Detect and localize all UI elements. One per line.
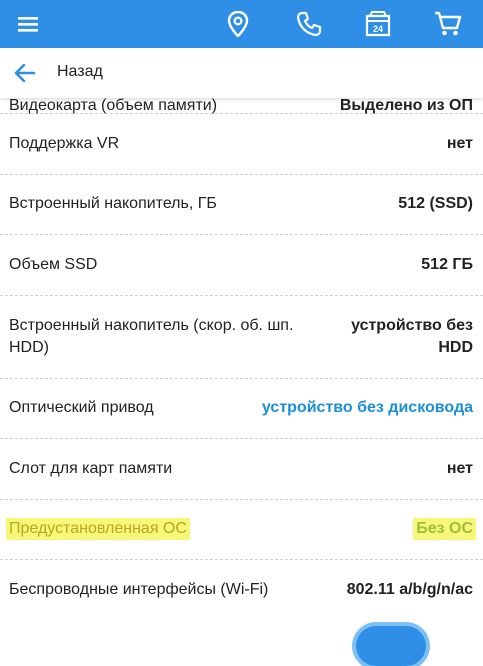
location-icon[interactable] (222, 0, 254, 48)
spec-value: 802.11 a/b/g/n/ac (346, 581, 473, 599)
spec-name: Слот для карт памяти (9, 459, 173, 477)
store-icon[interactable]: 24 (362, 0, 394, 48)
spec-name: Предустановленная ОС (6, 518, 190, 541)
spec-value: нет (446, 459, 473, 477)
spec-name: Беспроводные интерфейсы (Wi-Fi) (9, 581, 269, 599)
spec-row: Встроенный накопитель, ГБ 512 (SSD) (0, 175, 483, 235)
spec-row: Беспроводные интерфейсы (Wi-Fi) 802.11 a… (0, 560, 483, 621)
spec-row: Поддержка VR нет (0, 114, 483, 175)
spec-value-link[interactable]: устройство без дисковода (262, 397, 473, 419)
back-link[interactable]: Назад (57, 63, 103, 81)
menu-icon[interactable] (12, 0, 44, 48)
spec-value: устройство без HDD (351, 316, 473, 356)
spec-value: 512 (SSD) (398, 195, 473, 213)
spec-value: нет (446, 134, 473, 152)
phone-icon[interactable] (293, 0, 325, 48)
cart-icon[interactable] (432, 0, 464, 48)
spec-row: Объем SSD 512 ГБ (0, 235, 483, 296)
spec-name: Оптический привод (9, 399, 154, 417)
chat-button[interactable] (356, 626, 426, 666)
spec-list: Видеокарта (объем памяти) Выделено из ОП… (0, 76, 483, 621)
spec-row: Встроенный накопитель (скор. об. шп. HDD… (0, 296, 483, 379)
spec-row: Оптический привод устройство без дисково… (0, 379, 483, 439)
spec-row-highlighted: Предустановленная ОС Без ОС (0, 500, 483, 560)
spec-name: Поддержка VR (9, 134, 120, 152)
spec-value: 512 ГБ (421, 255, 473, 273)
svg-text:24: 24 (373, 24, 383, 34)
top-app-bar: 24 (0, 0, 483, 48)
spec-name: Встроенный накопитель (скор. об. шп. HDD… (9, 316, 294, 356)
arrow-left-icon[interactable] (14, 62, 36, 84)
spec-name: Объем SSD (9, 255, 98, 273)
spec-row: Слот для карт памяти нет (0, 439, 483, 500)
spec-value-link[interactable]: Без ОС (413, 518, 476, 541)
spec-name: Встроенный накопитель, ГБ (9, 195, 217, 213)
back-bar: Назад (0, 48, 483, 98)
